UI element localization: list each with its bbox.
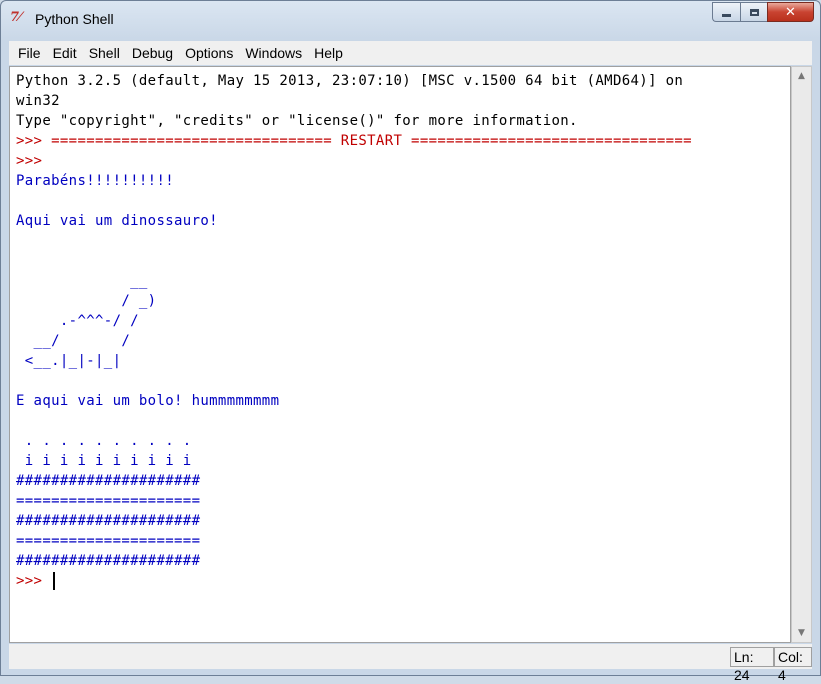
status-line-number: Ln: 24 [730, 647, 774, 683]
shell-line: >>> [16, 153, 43, 169]
close-icon: ✕ [785, 4, 796, 20]
shell-line: ===================== [16, 493, 201, 509]
maximize-button[interactable] [740, 2, 767, 22]
title-bar[interactable]: 7⁄ Python Shell ✕ [1, 1, 820, 37]
text-cursor [53, 572, 56, 590]
shell-output: Python 3.2.5 (default, May 15 2013, 23:0… [16, 71, 692, 591]
window-title: Python Shell [35, 11, 114, 27]
menu-edit[interactable]: Edit [47, 42, 83, 64]
close-button[interactable]: ✕ [767, 2, 814, 22]
shell-line: ===================== [16, 533, 201, 549]
shell-prompt: >>> [16, 573, 52, 589]
menu-file[interactable]: File [9, 42, 47, 64]
shell-line: >>> ================================ RES… [16, 133, 692, 149]
shell-line: Python 3.2.5 (default, May 15 2013, 23:0… [16, 73, 684, 89]
shell-line: Parabéns!!!!!!!!!! [16, 173, 175, 189]
python-shell-window: 7⁄ Python Shell ✕ File Edit Shell Debug … [0, 0, 821, 683]
minimize-icon [722, 13, 731, 17]
shell-text-area[interactable]: Python 3.2.5 (default, May 15 2013, 23:0… [9, 66, 791, 643]
shell-input-line[interactable]: >>> [16, 571, 692, 591]
menu-bar: File Edit Shell Debug Options Windows He… [9, 41, 812, 65]
status-bar: Ln: 24 Col: 4 [9, 644, 812, 683]
minimize-button[interactable] [712, 2, 740, 22]
menu-windows[interactable]: Windows [239, 42, 308, 64]
shell-line: Aqui vai um dinossauro! [16, 213, 218, 229]
shell-line: __/ / [16, 333, 131, 349]
shell-line: Type "copyright", "credits" or "license(… [16, 113, 578, 129]
menu-shell[interactable]: Shell [83, 42, 126, 64]
shell-line: E aqui vai um bolo! hummmmmmmm [16, 393, 280, 409]
shell-line: <__.|_|-|_| [16, 353, 122, 369]
shell-line: __ [16, 273, 148, 289]
python-idle-icon: 7⁄ [10, 10, 22, 25]
shell-line: .-^^^-/ / [16, 313, 139, 329]
shell-line: ##################### [16, 513, 201, 529]
scroll-down-arrow-icon[interactable]: ▼ [792, 624, 811, 642]
shell-line: win32 [16, 93, 60, 109]
maximize-icon [749, 8, 759, 16]
status-column-number: Col: 4 [774, 647, 812, 683]
shell-line: i i i i i i i i i i [16, 453, 192, 469]
scroll-up-arrow-icon[interactable]: ▲ [792, 67, 811, 85]
shell-line: / _) [16, 293, 157, 309]
menu-options[interactable]: Options [179, 42, 239, 64]
shell-line: ##################### [16, 473, 201, 489]
menu-debug[interactable]: Debug [126, 42, 179, 64]
caption-buttons: ✕ [712, 2, 814, 22]
shell-line: . . . . . . . . . . [16, 433, 192, 449]
vertical-scrollbar[interactable]: ▲ ▼ [791, 66, 812, 643]
menu-help[interactable]: Help [308, 42, 349, 64]
shell-line: ##################### [16, 553, 201, 569]
